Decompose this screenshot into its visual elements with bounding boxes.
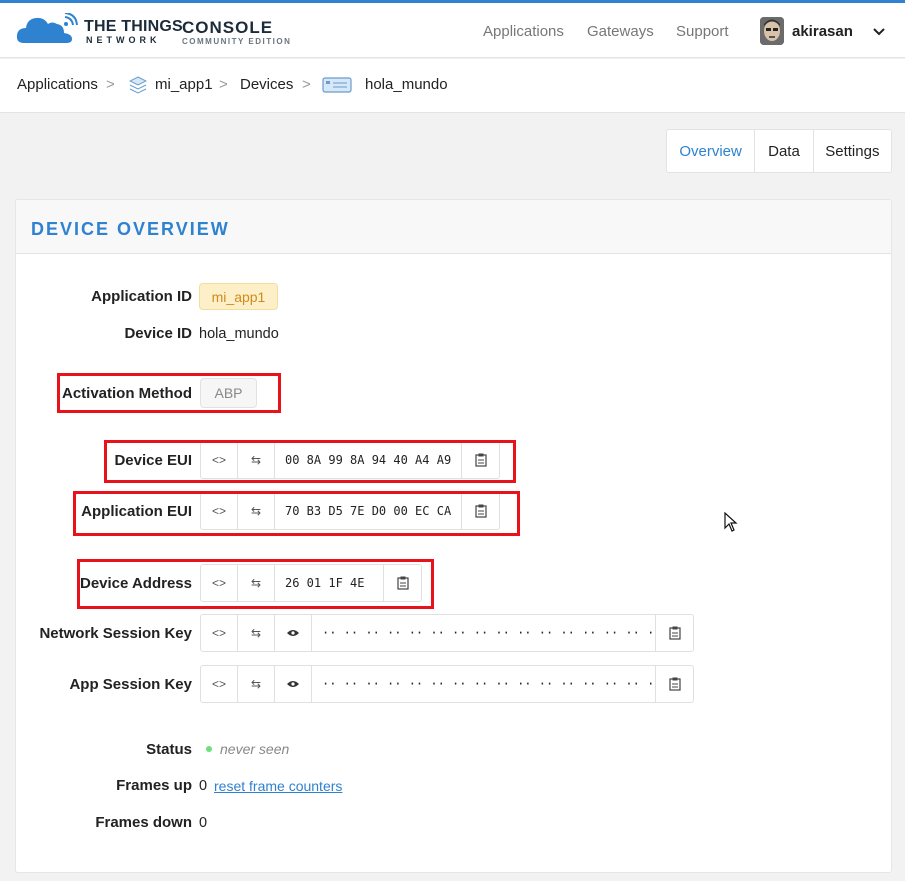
breadcrumb-device: hola_mundo xyxy=(365,76,448,93)
breadcrumb-separator: > xyxy=(219,76,228,93)
breadcrumb-separator: > xyxy=(302,76,311,93)
code-toggle-icon[interactable]: <> xyxy=(201,666,238,702)
network-session-key-label: Network Session Key xyxy=(39,625,192,642)
ttn-cloud-logo-icon[interactable] xyxy=(16,13,78,47)
tab-overview[interactable]: Overview xyxy=(667,130,756,172)
avatar[interactable] xyxy=(760,17,784,45)
breadcrumb-devices[interactable]: Devices xyxy=(240,76,293,93)
application-eui-field: <> ⇆ 70 B3 D5 7E D0 00 EC CA xyxy=(200,492,500,530)
brand-name: THE THINGS xyxy=(84,18,183,35)
status-label: Status xyxy=(146,741,192,758)
user-face-icon xyxy=(760,17,784,45)
device-address-field: <> ⇆ 26 01 1F 4E xyxy=(200,564,422,602)
top-bar: THE THINGS NETWORK CONSOLE COMMUNITY EDI… xyxy=(0,0,905,58)
status-dot xyxy=(206,746,212,752)
breadcrumb: Applications > mi_app1 > Devices > hola_… xyxy=(0,59,905,113)
breadcrumb-app[interactable]: mi_app1 xyxy=(155,76,213,93)
app-session-key-field: <> ⇆ ·· ·· ·· ·· ·· ·· ·· ·· ·· ·· ·· ··… xyxy=(200,665,694,703)
activation-method-badge: ABP xyxy=(200,378,257,408)
code-toggle-icon[interactable]: <> xyxy=(201,493,238,529)
frames-up-label: Frames up xyxy=(116,777,192,794)
frames-up-value: 0 xyxy=(199,778,208,794)
username[interactable]: akirasan xyxy=(792,23,853,40)
clipboard-icon[interactable] xyxy=(656,666,693,702)
card-header: DEVICE OVERVIEW xyxy=(16,200,891,254)
nav-gateways[interactable]: Gateways xyxy=(587,23,654,40)
device-id-label: Device ID xyxy=(124,325,192,342)
chevron-down-icon[interactable] xyxy=(872,25,886,39)
byte-order-swap-icon[interactable]: ⇆ xyxy=(238,493,275,529)
console-subtitle: COMMUNITY EDITION xyxy=(182,37,292,46)
clipboard-icon[interactable] xyxy=(384,565,421,601)
device-tabs: Overview Data Settings xyxy=(666,129,892,173)
tab-settings[interactable]: Settings xyxy=(814,130,891,172)
clipboard-icon[interactable] xyxy=(656,615,693,651)
byte-order-swap-icon[interactable]: ⇆ xyxy=(238,565,275,601)
nav-support[interactable]: Support xyxy=(676,23,729,40)
brand-subname: NETWORK xyxy=(86,35,161,45)
network-session-key-field: <> ⇆ ·· ·· ·· ·· ·· ·· ·· ·· ·· ·· ·· ··… xyxy=(200,614,694,652)
device-eui-label: Device EUI xyxy=(114,452,192,469)
tab-data[interactable]: Data xyxy=(755,130,814,172)
byte-order-swap-icon[interactable]: ⇆ xyxy=(238,442,275,478)
reset-frame-counters-link[interactable]: reset frame counters xyxy=(214,778,342,794)
breadcrumb-applications[interactable]: Applications xyxy=(17,76,98,93)
app-session-key-value[interactable]: ·· ·· ·· ·· ·· ·· ·· ·· ·· ·· ·· ·· ·· ·… xyxy=(312,666,656,702)
application-eui-label: Application EUI xyxy=(81,503,192,520)
nav-applications[interactable]: Applications xyxy=(483,23,564,40)
device-icon xyxy=(322,77,352,93)
device-eui-value[interactable]: 00 8A 99 8A 94 40 A4 A9 xyxy=(275,442,462,478)
network-session-key-value[interactable]: ·· ·· ·· ·· ·· ·· ·· ·· ·· ·· ·· ·· ·· ·… xyxy=(312,615,656,651)
frames-down-label: Frames down xyxy=(95,814,192,831)
application-eui-value[interactable]: 70 B3 D5 7E D0 00 EC CA xyxy=(275,493,462,529)
code-toggle-icon[interactable]: <> xyxy=(201,615,238,651)
device-eui-field: <> ⇆ 00 8A 99 8A 94 40 A4 A9 xyxy=(200,441,500,479)
layers-icon xyxy=(129,76,147,94)
eye-icon[interactable] xyxy=(275,666,312,702)
clipboard-icon[interactable] xyxy=(462,442,499,478)
device-address-label: Device Address xyxy=(79,575,192,592)
frames-down-value: 0 xyxy=(199,815,208,831)
eye-icon[interactable] xyxy=(275,615,312,651)
mouse-cursor-icon xyxy=(724,512,738,532)
breadcrumb-separator: > xyxy=(106,76,115,93)
clipboard-icon[interactable] xyxy=(462,493,499,529)
app-session-key-label: App Session Key xyxy=(69,676,192,693)
application-id-label: Application ID xyxy=(91,288,192,305)
byte-order-swap-icon[interactable]: ⇆ xyxy=(238,666,275,702)
device-id-value: hola_mundo xyxy=(199,326,279,342)
activation-method-label: Activation Method xyxy=(62,385,192,402)
device-address-value[interactable]: 26 01 1F 4E xyxy=(275,565,384,601)
console-title: CONSOLE xyxy=(182,18,274,37)
byte-order-swap-icon[interactable]: ⇆ xyxy=(238,615,275,651)
card-title: DEVICE OVERVIEW xyxy=(31,219,230,239)
application-id-badge: mi_app1 xyxy=(199,283,278,310)
status-value: never seen xyxy=(220,741,290,757)
code-toggle-icon[interactable]: <> xyxy=(201,565,238,601)
code-toggle-icon[interactable]: <> xyxy=(201,442,238,478)
